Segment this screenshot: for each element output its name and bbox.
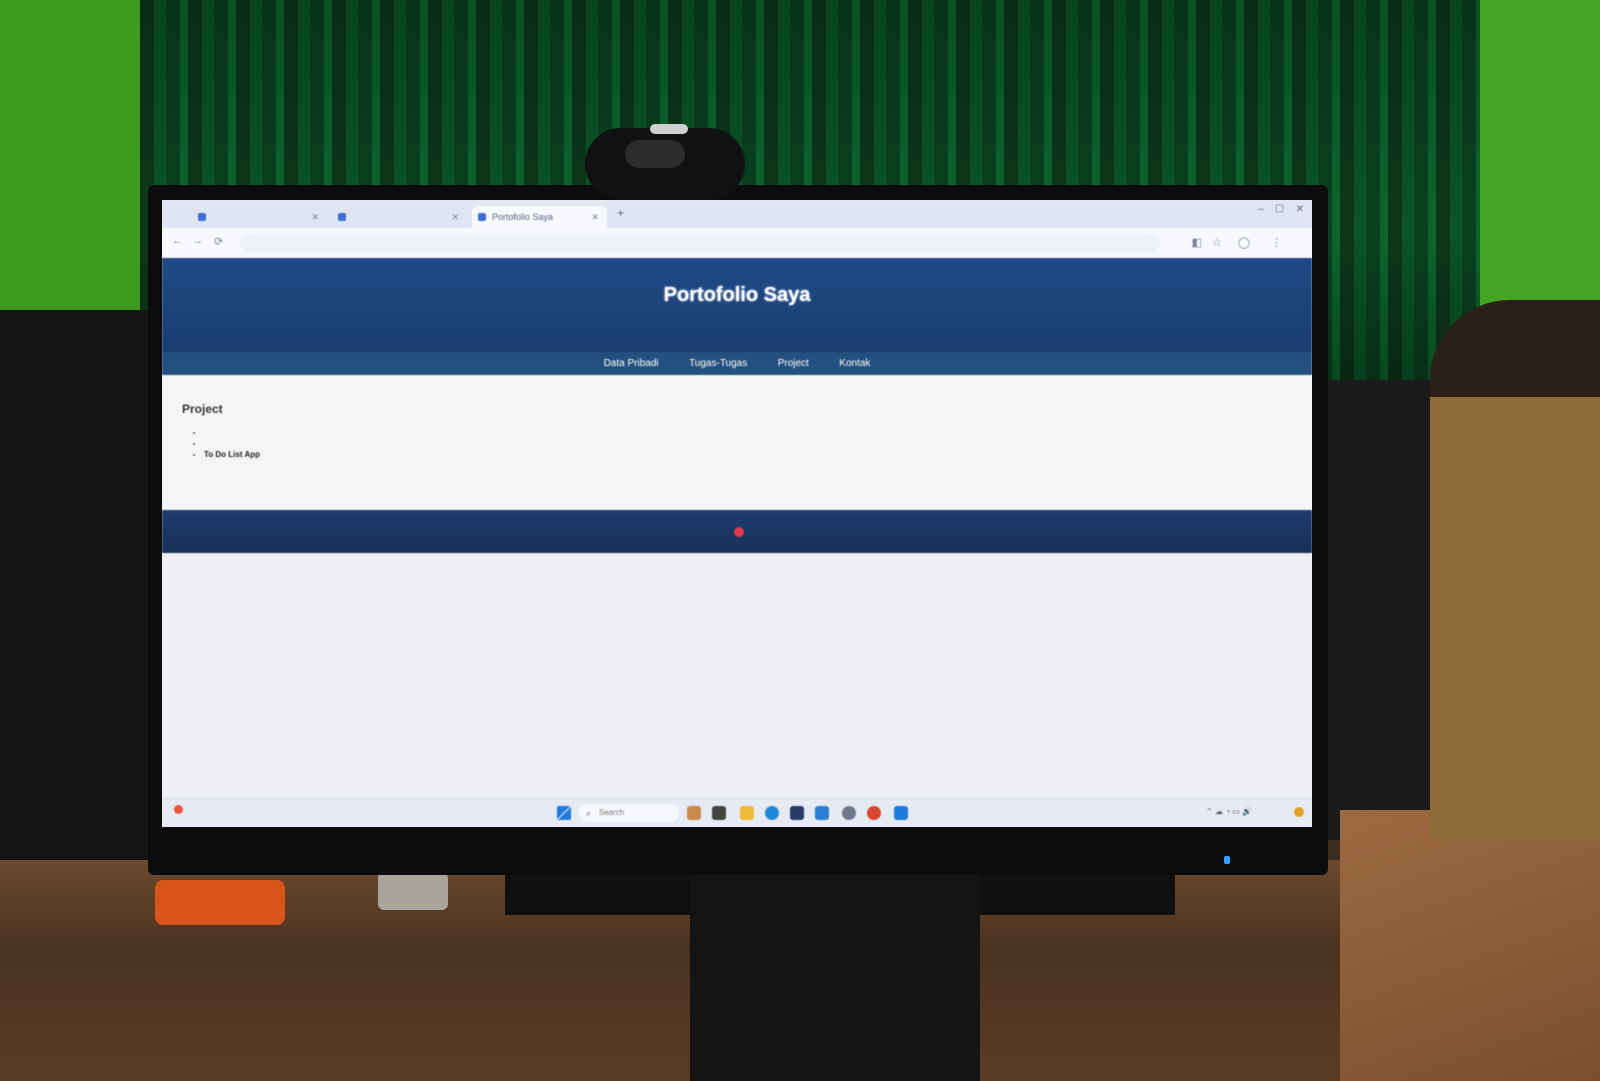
browser-tab-bar: ✕ ✕ Portofolio Saya ✕ + – ☐ ✕ [162, 200, 1312, 228]
back-icon[interactable]: ← [172, 235, 183, 247]
list-item [204, 427, 260, 438]
search-icon: ⌕ [586, 808, 592, 818]
site-footer [162, 510, 1312, 553]
system-tray[interactable]: ⌃ ☁ ◔ ▭ 🔊 [1206, 807, 1252, 816]
green-wall-left [0, 0, 150, 330]
notification-icon[interactable] [1294, 807, 1304, 817]
desk-right [1340, 810, 1600, 1081]
reload-icon[interactable]: ⟳ [214, 235, 223, 248]
new-tab-button[interactable]: + [617, 206, 624, 220]
person-in-uniform [1430, 300, 1600, 840]
browser-tab[interactable]: ✕ [332, 206, 467, 228]
nav-link-data-pribadi[interactable]: Data Pribadi [604, 352, 659, 375]
weather-widget[interactable] [174, 805, 187, 814]
profile-icon[interactable]: ◯ [1238, 236, 1250, 249]
orange-object [155, 880, 285, 925]
chrome-icon[interactable] [867, 806, 881, 820]
webcam-highlight [650, 124, 688, 134]
nav-link-project[interactable]: Project [778, 352, 809, 375]
close-window-icon[interactable]: ✕ [1296, 204, 1304, 215]
vscode-icon[interactable] [894, 806, 908, 820]
project-list: To Do List App [194, 427, 260, 460]
browser-tab-active[interactable]: Portofolio Saya ✕ [472, 206, 607, 228]
favicon-icon [338, 213, 346, 221]
browser-toolbar: ← → ⟳ ◧ ☆ ◯ ⋮ [162, 228, 1312, 259]
taskbar-search[interactable]: ⌕ Search [579, 804, 679, 822]
maximize-icon[interactable]: ☐ [1275, 204, 1284, 215]
start-button[interactable] [557, 806, 571, 820]
task-view-icon[interactable] [712, 806, 726, 820]
page-title: Portofolio Saya [663, 284, 811, 306]
forward-icon[interactable]: → [192, 235, 203, 247]
webcam-lens [625, 140, 685, 168]
section-title: Project [182, 402, 223, 416]
extension-icon[interactable]: ◧ [1192, 236, 1202, 249]
nav-link-tugas[interactable]: Tugas-Tugas [689, 352, 747, 375]
browser-tab[interactable]: ✕ [192, 206, 327, 228]
nav-link-kontak[interactable]: Kontak [839, 352, 870, 375]
site-nav: Data Pribadi Tugas-Tugas Project Kontak [162, 352, 1312, 375]
site-header: Portofolio Saya [162, 258, 1312, 352]
settings-app-icon[interactable] [842, 806, 856, 820]
file-explorer-icon[interactable] [740, 806, 754, 820]
power-led-icon [1224, 856, 1230, 864]
bookmark-star-icon[interactable]: ☆ [1212, 236, 1222, 249]
taskbar: ⌕ Search ⌃ ☁ ◔ ▭ 🔊 [162, 798, 1312, 827]
edge-browser-icon[interactable] [765, 806, 779, 820]
empty-page-area [162, 553, 1312, 798]
address-bar[interactable] [240, 233, 1160, 253]
tab-label: Portofolio Saya [492, 212, 554, 222]
settings-icon[interactable]: ⋮ [1271, 236, 1282, 249]
list-item: To Do List App [204, 449, 260, 460]
heart-icon [734, 526, 744, 537]
mail-icon[interactable] [815, 806, 829, 820]
close-tab-icon[interactable]: ✕ [311, 206, 319, 228]
widget-app-icon[interactable] [687, 806, 701, 820]
favicon-icon [198, 213, 206, 221]
monitor-screen: ✕ ✕ Portofolio Saya ✕ + – ☐ ✕ ← → ⟳ ◧ ☆ … [162, 200, 1312, 827]
close-tab-icon[interactable]: ✕ [591, 206, 599, 228]
store-icon[interactable] [790, 806, 804, 820]
project-name: To Do List App [204, 450, 260, 459]
search-placeholder: Search [599, 808, 625, 817]
monitor-stand [690, 870, 980, 1081]
list-item [204, 438, 260, 449]
weather-icon [174, 805, 183, 814]
cup [378, 872, 448, 910]
minimize-icon[interactable]: – [1258, 204, 1264, 215]
favicon-icon [478, 213, 486, 221]
close-tab-icon[interactable]: ✕ [451, 206, 459, 228]
main-content: Project To Do List App [162, 375, 1312, 510]
